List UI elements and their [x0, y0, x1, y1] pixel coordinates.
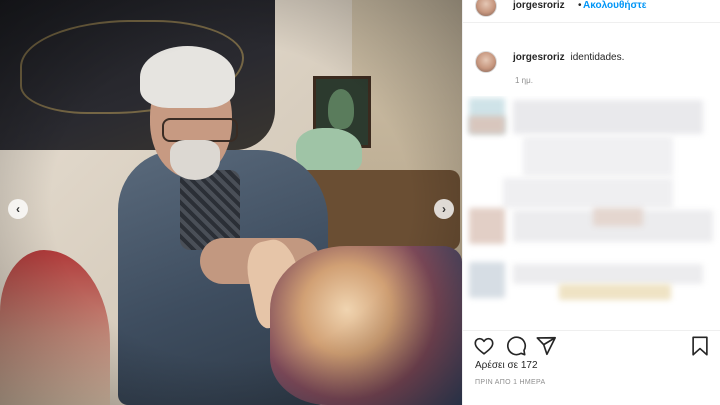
heart-icon[interactable] — [473, 335, 495, 357]
blur-block — [593, 208, 643, 226]
blur-block — [469, 262, 505, 298]
post-photo[interactable]: ‹ › — [0, 0, 462, 405]
avatar[interactable] — [475, 0, 497, 17]
post-timestamp: ΠΡΙΝ ΑΠΟ 1 ΗΜΕΡΑ — [475, 379, 546, 386]
action-bar — [463, 330, 720, 359]
header-separator: • — [578, 0, 582, 11]
comment-icon[interactable] — [505, 335, 527, 357]
post-sidebar: jorgesroriz • Ακολουθήστε jorgesroriz id… — [462, 0, 720, 405]
blur-block — [559, 284, 671, 300]
bookmark-icon[interactable] — [689, 335, 711, 357]
caption-time: 1 ημ. — [515, 76, 533, 85]
caption-body: identidades. — [570, 52, 625, 63]
blur-block — [503, 178, 673, 208]
blur-block — [469, 116, 505, 134]
follow-button[interactable]: Ακολουθήστε — [583, 0, 647, 11]
caption-text: jorgesroriz identidades. — [513, 52, 624, 63]
likes-count[interactable]: Αρέσει σε 172 — [475, 360, 538, 371]
blur-block — [523, 136, 673, 176]
header-username[interactable]: jorgesroriz — [513, 0, 565, 11]
post-header: jorgesroriz • Ακολουθήστε — [463, 0, 720, 23]
share-icon[interactable] — [535, 335, 557, 357]
comments-blurred — [463, 96, 720, 316]
caption-username[interactable]: jorgesroriz — [513, 52, 565, 63]
blur-block — [469, 208, 505, 244]
photo-vignette — [0, 0, 462, 405]
blur-block — [513, 264, 703, 284]
chevron-left-icon[interactable]: ‹ — [8, 199, 28, 219]
blur-block — [513, 100, 703, 134]
avatar[interactable] — [475, 51, 497, 73]
chevron-right-icon[interactable]: › — [434, 199, 454, 219]
